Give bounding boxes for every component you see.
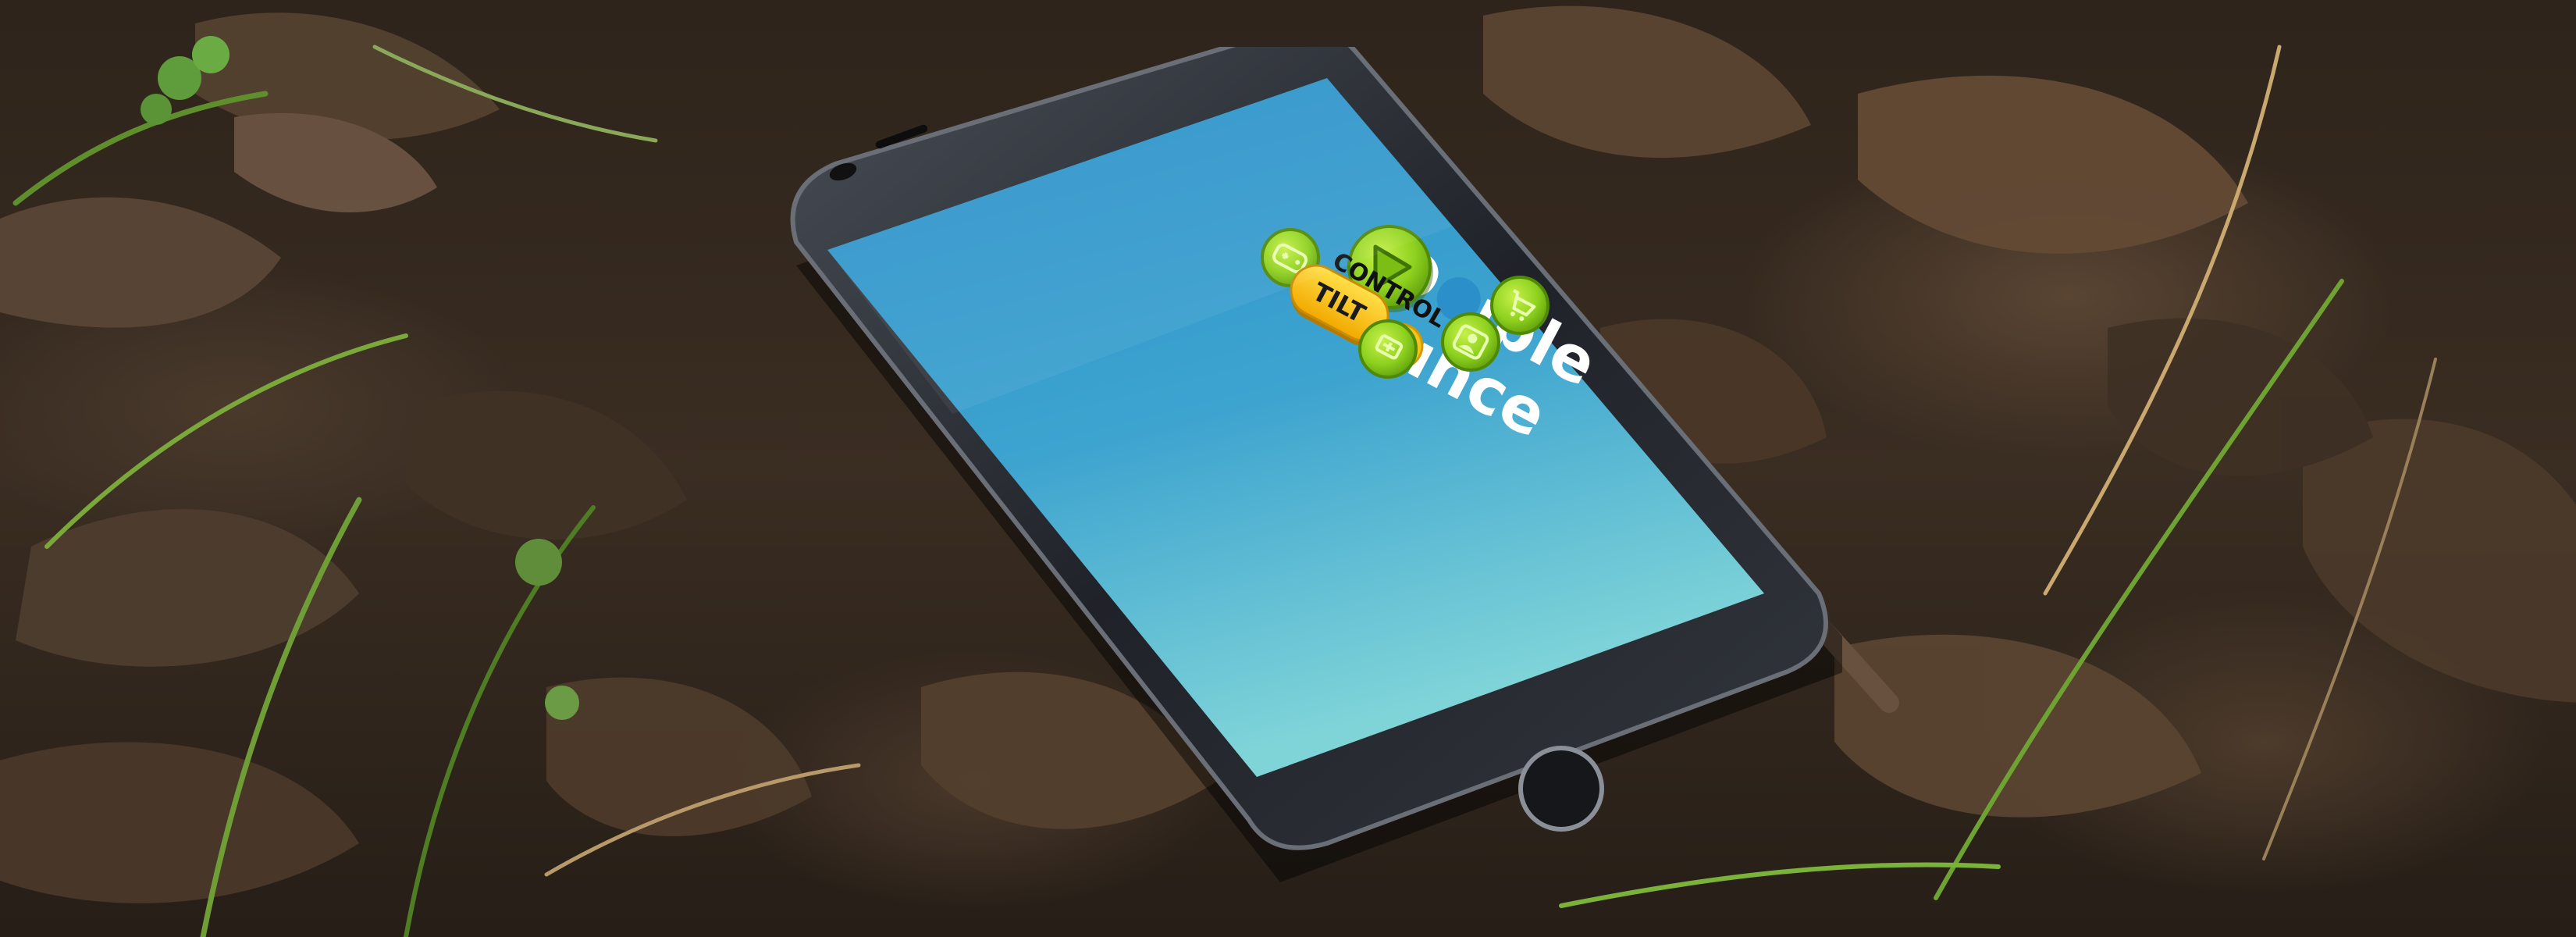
shop-button[interactable] bbox=[1490, 276, 1550, 335]
scene-background: D uble B unce CONTROL TILT bbox=[0, 0, 2576, 937]
profile-button[interactable] bbox=[1441, 312, 1500, 372]
smartphone: D uble B unce CONTROL TILT bbox=[790, 47, 1842, 882]
home-button[interactable] bbox=[1518, 746, 1604, 832]
achievements-button[interactable] bbox=[1358, 319, 1418, 379]
